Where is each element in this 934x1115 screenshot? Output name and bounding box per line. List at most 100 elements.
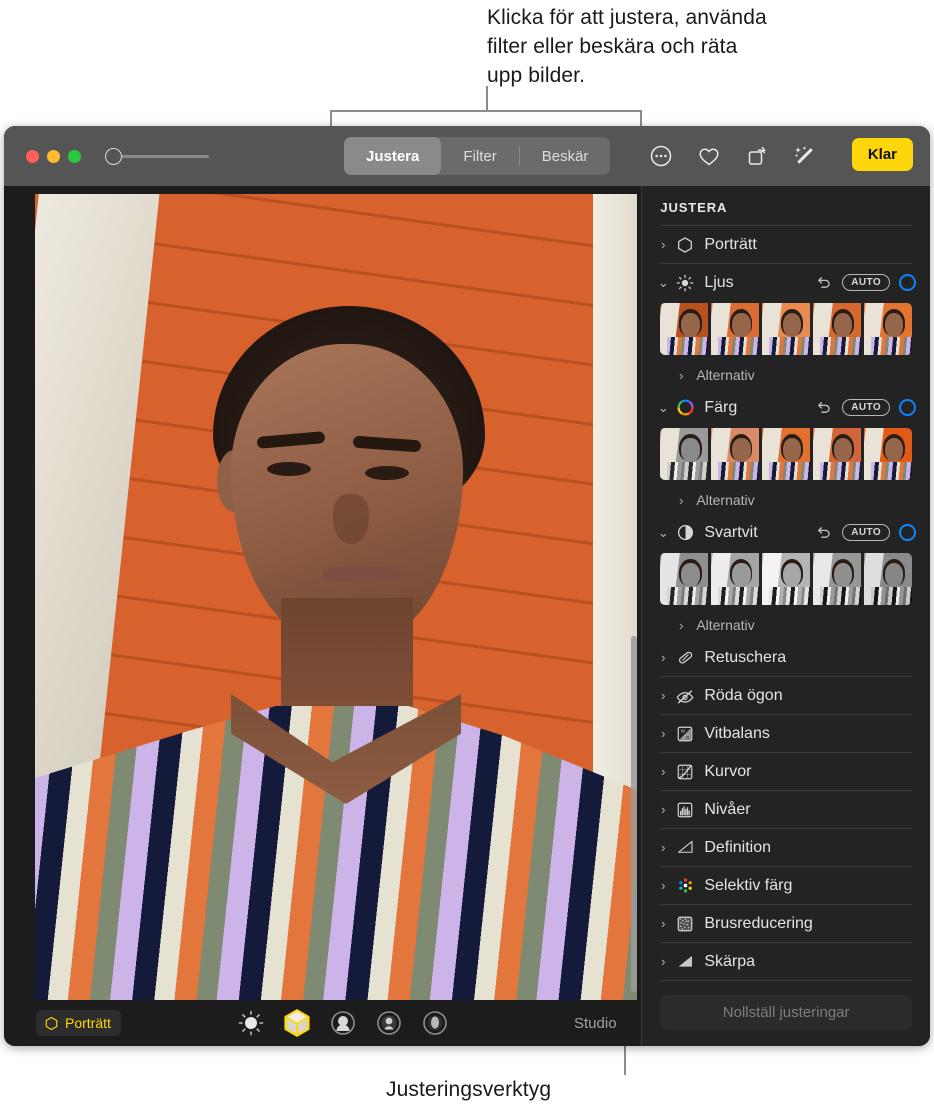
chevron-right-icon[interactable]: ›	[656, 726, 670, 741]
light-options-row[interactable]: › Alternativ	[656, 361, 916, 389]
enable-toggle-circle[interactable]	[899, 524, 916, 541]
chevron-right-icon[interactable]: ›	[656, 802, 670, 817]
chevron-right-icon[interactable]: ›	[674, 493, 688, 508]
preset-thumbnail[interactable]	[762, 428, 810, 480]
lighting-mode-group	[236, 1008, 450, 1038]
mode-segmented-control[interactable]: Justera Filter Beskär	[344, 137, 610, 175]
revert-icon[interactable]	[813, 274, 833, 291]
tab-justera[interactable]: Justera	[344, 137, 441, 175]
stage-light-mono-mode[interactable]	[420, 1008, 450, 1038]
chevron-right-icon[interactable]: ›	[656, 916, 670, 931]
preset-thumbnail[interactable]	[711, 428, 759, 480]
preset-thumbnail[interactable]	[762, 303, 810, 355]
preset-thumbnail[interactable]	[660, 553, 708, 605]
natural-light-mode[interactable]	[236, 1008, 266, 1038]
chevron-right-icon[interactable]: ›	[656, 954, 670, 969]
light-preset-strip[interactable]	[660, 303, 912, 355]
adjust-list[interactable]: › Porträtt ⌄	[642, 226, 930, 985]
revert-icon[interactable]	[813, 399, 833, 416]
adjust-item-brusreducering[interactable]: ›	[656, 905, 916, 942]
preset-thumbnail[interactable]	[711, 303, 759, 355]
enable-toggle-circle[interactable]	[899, 274, 916, 291]
chevron-right-icon[interactable]: ›	[674, 368, 688, 383]
options-label: Alternativ	[696, 617, 754, 633]
adjust-item-portratt[interactable]: › Porträtt	[656, 226, 916, 263]
mono-options-row[interactable]: › Alternativ	[656, 611, 916, 639]
chevron-down-icon[interactable]: ⌄	[656, 525, 670, 541]
enable-toggle-circle[interactable]	[899, 399, 916, 416]
photo-bottom-bar: Porträtt	[4, 1000, 642, 1046]
adjust-item-ljus[interactable]: ⌄ Lju	[656, 264, 916, 301]
adjust-item-label: Brusreducering	[704, 915, 916, 933]
preset-thumbnail[interactable]	[660, 303, 708, 355]
preset-thumbnail[interactable]	[864, 303, 912, 355]
preset-thumbnail[interactable]	[813, 428, 861, 480]
adjust-item-kurvor[interactable]: › Kurvor	[656, 753, 916, 790]
sidebar-footer: Nollställ justeringar	[642, 985, 930, 1046]
photo-canvas-area: Porträtt	[4, 186, 641, 1046]
more-options-icon[interactable]	[648, 143, 674, 169]
zoom-slider-knob[interactable]	[105, 148, 122, 165]
photo-scrollbar[interactable]	[631, 636, 637, 992]
color-preset-strip[interactable]	[660, 428, 912, 480]
chevron-right-icon[interactable]: ›	[656, 878, 670, 893]
chevron-right-icon[interactable]: ›	[656, 650, 670, 665]
chevron-right-icon[interactable]: ›	[656, 764, 670, 779]
chevron-right-icon[interactable]: ›	[656, 237, 670, 252]
adjust-item-retuschera[interactable]: › Retuschera	[656, 639, 916, 676]
chevron-right-icon[interactable]: ›	[656, 688, 670, 703]
traffic-lights	[26, 150, 81, 163]
portrait-mode-badge[interactable]: Porträtt	[36, 1010, 121, 1036]
chevron-down-icon[interactable]: ⌄	[656, 400, 670, 416]
close-button[interactable]	[26, 150, 39, 163]
mono-preset-strip[interactable]	[660, 553, 912, 605]
preset-thumbnail[interactable]	[762, 553, 810, 605]
stage-light-mode[interactable]	[374, 1008, 404, 1038]
favorite-heart-icon[interactable]	[696, 143, 722, 169]
adjust-item-nivaer[interactable]: ›	[656, 791, 916, 828]
rotate-icon[interactable]	[744, 143, 770, 169]
preset-thumbnail[interactable]	[813, 553, 861, 605]
minimize-button[interactable]	[47, 150, 60, 163]
auto-button[interactable]: AUTO	[842, 274, 890, 291]
toolbar-icon-group	[648, 126, 818, 186]
color-options-row[interactable]: › Alternativ	[656, 486, 916, 514]
photo-image[interactable]	[35, 194, 637, 1000]
tab-filter[interactable]: Filter	[441, 137, 518, 175]
adjust-item-definition[interactable]: › Definition	[656, 829, 916, 866]
callout-top-text: Klicka för att justera, använda filter e…	[487, 3, 907, 90]
done-button[interactable]: Klar	[852, 138, 913, 171]
revert-icon[interactable]	[813, 524, 833, 541]
auto-button[interactable]: AUTO	[842, 399, 890, 416]
tab-beskar[interactable]: Beskär	[520, 137, 611, 175]
chevron-right-icon[interactable]: ›	[674, 618, 688, 633]
preset-thumbnail[interactable]	[660, 428, 708, 480]
adjust-item-farg[interactable]: ⌄ Färg	[656, 389, 916, 426]
adjust-item-roda-ogon[interactable]: › Röda ögon	[656, 677, 916, 714]
adjust-item-svartvit[interactable]: ⌄ Svartvit	[656, 514, 916, 551]
adjust-item-vitbalans[interactable]: › W B Vitbalans	[656, 715, 916, 752]
preset-thumbnail[interactable]	[864, 553, 912, 605]
adjust-item-label: Röda ögon	[704, 687, 916, 705]
chevron-right-icon[interactable]: ›	[656, 840, 670, 855]
sidebar-title: JUSTERA	[642, 186, 930, 225]
auto-enhance-icon[interactable]	[792, 143, 818, 169]
lighting-mode-label: Studio	[574, 1015, 632, 1032]
tab-filter-label: Filter	[463, 148, 496, 165]
reset-adjustments-button[interactable]: Nollställ justeringar	[660, 995, 912, 1030]
adjust-item-skarpa[interactable]: › Skärpa	[656, 943, 916, 980]
studio-light-mode[interactable]	[282, 1008, 312, 1038]
chevron-down-icon[interactable]: ⌄	[656, 275, 670, 291]
zoom-window-button[interactable]	[68, 150, 81, 163]
contour-light-mode[interactable]	[328, 1008, 358, 1038]
preset-thumbnail[interactable]	[711, 553, 759, 605]
adjust-item-label: Svartvit	[704, 524, 813, 542]
auto-button[interactable]: AUTO	[842, 524, 890, 541]
screenshot-root: Klicka för att justera, använda filter e…	[0, 0, 934, 1115]
preset-thumbnail[interactable]	[864, 428, 912, 480]
callout-bottom-text: Justeringsverktyg	[386, 1075, 706, 1104]
preset-thumbnail[interactable]	[813, 303, 861, 355]
photo-subject-eye-right	[365, 466, 409, 480]
adjust-item-selektiv-farg[interactable]: › Selektiv fä	[656, 867, 916, 904]
zoom-slider[interactable]	[105, 148, 211, 164]
